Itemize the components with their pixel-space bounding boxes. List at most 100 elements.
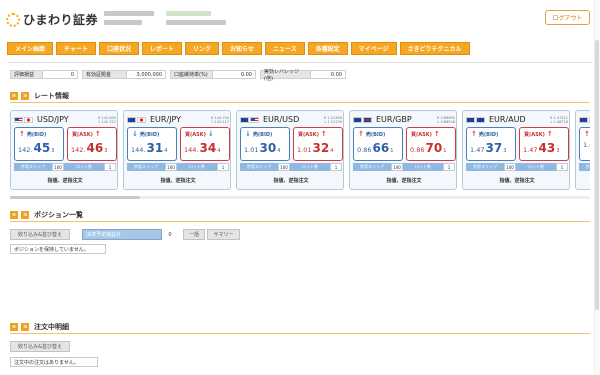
summary-pl: 評価損益 0: [10, 70, 78, 79]
nav-main[interactable]: メイン画面: [7, 42, 54, 55]
arrow-up-icon: ↑: [433, 130, 440, 138]
bid-button[interactable]: ↑売(BID)1.65: [579, 127, 590, 161]
nav-settings[interactable]: 各種設定: [307, 42, 348, 55]
summary-button[interactable]: サマリー: [207, 229, 240, 240]
bid-button[interactable]: ↑ 売(BID) 1.47 37 3: [466, 127, 516, 161]
slip-label: 許容スリップ: [127, 163, 165, 171]
slip-lot-bar: 許容スリップ 100 ロット数 1: [14, 163, 116, 171]
rate-card[interactable]: EUR/GBP H 0.86690 L 0.86548 ↑ 売(BID) 0.86 66 1 買…: [349, 110, 457, 190]
arrow-up-icon: ↑: [94, 130, 101, 138]
ask-label: 買(ASK): [72, 132, 93, 138]
bulk-settle-button[interactable]: 一括: [183, 229, 205, 240]
nav-link[interactable]: リンク: [185, 42, 220, 55]
page-scroll-thumb[interactable]: [595, 40, 599, 310]
bid-button[interactable]: ↑ 売(BID) 0.86 66 1: [353, 127, 403, 161]
summary-margin: 有効証拠金 3,000,000: [82, 70, 166, 79]
nav-mypage[interactable]: マイページ: [350, 42, 397, 55]
lot-value[interactable]: 1: [104, 163, 116, 171]
ask-button[interactable]: 買(ASK) ↑ 142. 46 3: [67, 127, 117, 161]
bid-label: 売(BID): [26, 132, 47, 138]
slip-label: 許容スリップ: [579, 163, 590, 171]
lot-value[interactable]: 1: [556, 163, 568, 171]
lot-value[interactable]: 1: [217, 163, 229, 171]
collapse-icon[interactable]: ≡: [10, 323, 18, 331]
nav-chart[interactable]: チャート: [56, 42, 96, 55]
slip-label: 許容スリップ: [353, 163, 391, 171]
slip-lot-bar: 許容スリップ 100 ロット数 1: [127, 163, 229, 171]
nav-news[interactable]: ニュース: [264, 42, 305, 55]
settle-pl-value: 0: [162, 229, 178, 240]
rates-scroll-thumb[interactable]: [10, 196, 140, 199]
bid-label: 売(BID): [252, 132, 273, 138]
popout-icon[interactable]: ⇲: [21, 323, 29, 331]
slip-value[interactable]: 100: [52, 163, 64, 171]
popout-icon[interactable]: ⇲: [21, 92, 29, 100]
orders-filter-button[interactable]: 絞り込み&並び替え: [10, 341, 70, 352]
popout-icon[interactable]: ⇲: [21, 211, 29, 219]
limit-stop-order-button[interactable]: 指値、逆指注文: [579, 174, 590, 186]
nav-notice[interactable]: お知らせ: [222, 42, 262, 55]
rate-card-header: EUR/AUD H 1.47421 L 1.46726: [466, 114, 568, 125]
high-low: H 1.01456 L 1.01139: [323, 115, 342, 124]
lot-value[interactable]: 1: [330, 163, 342, 171]
ask-label: 買(ASK): [411, 132, 432, 138]
nav-sakidori-technical[interactable]: さきどりテクニカル: [399, 42, 470, 55]
rate-card[interactable]: USD/JPY H 142.639 L 142.312 ↑ 売(BID) 142. 45 3 買…: [10, 110, 118, 190]
lot-label: ロット数: [177, 163, 217, 171]
bid-button[interactable]: ↑ 売(BID) 142. 45 3: [14, 127, 64, 161]
slip-value[interactable]: 100: [504, 163, 516, 171]
limit-stop-order-button[interactable]: 指値、逆指注文: [14, 174, 116, 186]
high-low: H 144.750 L 144.217: [210, 115, 229, 124]
rate-card[interactable]: EUR/AUD H 1.47421 L 1.46726 ↑ 売(BID) 1.47 37 3 買…: [462, 110, 570, 190]
rate-card[interactable]: ↑売(BID)1.65買(ASK)↑許容スリップロット数指値、逆指注文: [575, 110, 590, 190]
rate-card-header: [579, 114, 590, 125]
nav-account-status[interactable]: 口座状況: [98, 42, 139, 55]
logo-text: ひまわり証券: [23, 13, 99, 27]
rate-card[interactable]: EUR/JPY H 144.750 L 144.217 ↓ 売(BID) 144. 31 4 買…: [123, 110, 231, 190]
orders-section-title: 注文中明細: [34, 323, 69, 331]
currency-pair: EUR/USD: [263, 115, 300, 124]
ask-price: 0.86 70 1: [410, 141, 447, 155]
settle-pl-label: 決済予定損益計: [82, 229, 162, 240]
lot-label: ロット数: [516, 163, 556, 171]
positions-filter-button[interactable]: 絞り込み&並び替え: [10, 229, 70, 240]
slip-label: 許容スリップ: [240, 163, 278, 171]
currency-flag-icon: [14, 116, 23, 123]
slip-value[interactable]: 100: [278, 163, 290, 171]
slip-value[interactable]: 100: [165, 163, 177, 171]
limit-stop-order-button[interactable]: 指値、逆指注文: [240, 174, 342, 186]
bid-price: 144. 31 4: [131, 141, 168, 155]
bid-button[interactable]: ↓ 売(BID) 1.01 30 4: [240, 127, 290, 161]
slip-value[interactable]: 100: [391, 163, 403, 171]
orders-empty-message: 注文中の注文はありません。: [10, 357, 98, 367]
ask-button[interactable]: 買(ASK) ↑ 1.01 32 4: [293, 127, 343, 161]
currency-flag-icon: [363, 116, 372, 123]
ask-price: 1.01 32 4: [297, 141, 334, 155]
slip-lot-bar: 許容スリップ 100 ロット数 1: [240, 163, 342, 171]
bid-label: 売(BID): [365, 132, 386, 138]
collapse-icon[interactable]: ≡: [10, 211, 18, 219]
limit-stop-order-button[interactable]: 指値、逆指注文: [127, 174, 229, 186]
lot-value[interactable]: 1: [443, 163, 455, 171]
lot-label: ロット数: [403, 163, 443, 171]
high-low: H 0.86690 L 0.86548: [436, 115, 455, 124]
arrow-up-icon: ↑: [358, 130, 364, 138]
orders-section-header: ≡ ⇲ 注文中明細: [10, 322, 69, 332]
summary-leverage: 実効レバレッジ(倍) 0.00: [260, 69, 346, 82]
limit-stop-order-button[interactable]: 指値、逆指注文: [353, 174, 455, 186]
ask-button[interactable]: 買(ASK) ↑ 1.47 43 3: [519, 127, 569, 161]
ask-price: 144. 34 4: [184, 141, 221, 155]
ask-price: 142. 46 3: [71, 141, 108, 155]
collapse-icon[interactable]: ≡: [10, 92, 18, 100]
rate-card[interactable]: EUR/USD H 1.01456 L 1.01139 ↓ 売(BID) 1.01 30 4 買…: [236, 110, 344, 190]
logo[interactable]: ひまわり証券: [6, 11, 98, 28]
nav-report[interactable]: レポート: [141, 42, 182, 55]
slip-lot-bar: 許容スリップ 100 ロット数 1: [466, 163, 568, 171]
bid-price: 1.65: [583, 141, 590, 149]
logout-button[interactable]: ログアウト: [545, 10, 590, 25]
ask-button[interactable]: 買(ASK) ↑ 0.86 70 1: [406, 127, 456, 161]
ask-button[interactable]: 買(ASK) ↓ 144. 34 4: [180, 127, 230, 161]
limit-stop-order-button[interactable]: 指値、逆指注文: [466, 174, 568, 186]
bid-button[interactable]: ↓ 売(BID) 144. 31 4: [127, 127, 177, 161]
bid-price: 1.47 37 3: [470, 141, 507, 155]
